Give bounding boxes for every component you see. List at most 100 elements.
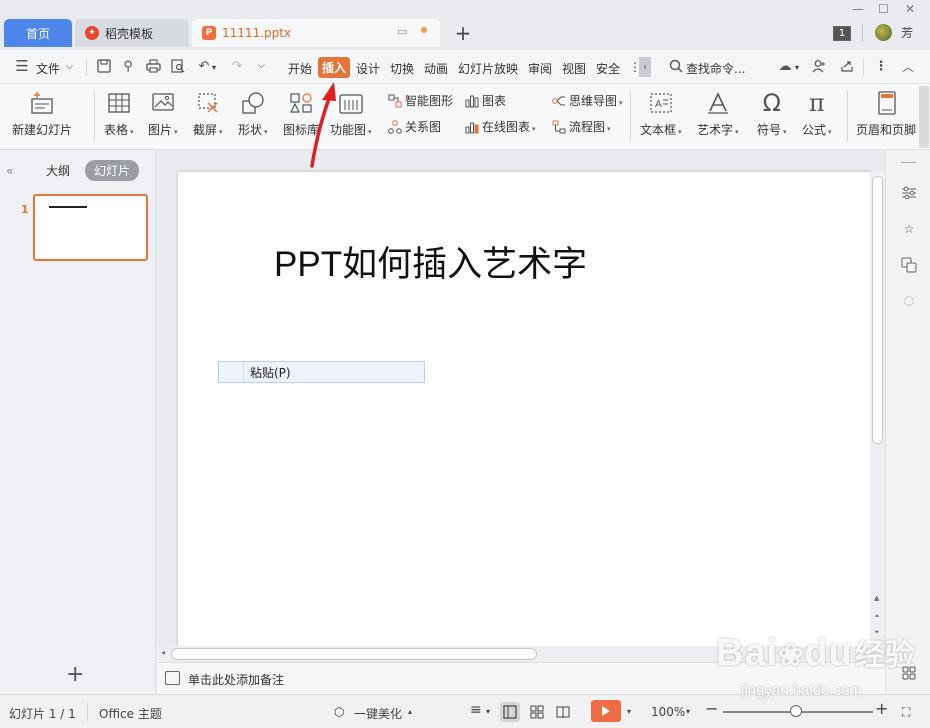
next-slide-icon[interactable]: ⏷ xyxy=(874,628,880,637)
zoom-in-icon[interactable]: + xyxy=(875,699,888,718)
tab-template[interactable]: ✦ 稻壳模板 xyxy=(75,19,189,47)
menu-scroll-right-icon[interactable]: › xyxy=(639,57,651,77)
mind-map-button[interactable]: 思维导图 ▾ xyxy=(551,92,623,109)
cloud-sync-icon[interactable]: ☁ xyxy=(775,58,795,74)
ribbon-scrollbar[interactable] xyxy=(919,86,929,148)
menu-slideshow[interactable]: 幻灯片放映 xyxy=(458,60,518,77)
tab-outline[interactable]: 大纲 xyxy=(46,162,70,179)
undo-icon[interactable]: ↶ xyxy=(196,58,212,74)
one-click-beautify-button[interactable]: 一键美化 xyxy=(354,705,402,722)
collapse-ribbon-icon[interactable]: ︿ xyxy=(900,58,916,74)
icon-library-button[interactable]: 图标库 xyxy=(283,90,319,138)
formula-button[interactable]: π 公式 ▾ xyxy=(802,89,832,138)
dropdown-icon[interactable]: ▾ xyxy=(368,128,372,136)
cube-icon[interactable]: ⬡ xyxy=(900,292,918,310)
beautify-icon[interactable]: ⬡ xyxy=(334,705,344,719)
add-slide-button[interactable]: + xyxy=(66,662,84,687)
zoom-out-icon[interactable]: − xyxy=(705,699,718,718)
picture-button[interactable]: 图片 ▾ xyxy=(148,90,178,138)
window-count-badge[interactable]: 1 xyxy=(833,26,851,41)
username[interactable]: 芳 xyxy=(901,24,913,41)
flowchart-button[interactable]: 流程图 ▾ xyxy=(551,118,611,135)
slide-thumbnail[interactable] xyxy=(33,194,148,261)
fit-window-icon[interactable]: ⛶ xyxy=(902,705,910,720)
normal-view-icon[interactable] xyxy=(500,702,520,722)
tab-slides[interactable]: 幻灯片 xyxy=(85,160,140,181)
convert-icon[interactable] xyxy=(900,256,918,274)
vertical-scrollbar[interactable]: ▲ ⏶ ⏷ xyxy=(870,172,885,648)
avatar[interactable] xyxy=(875,24,892,41)
function-chart-button[interactable]: 功能图 ▾ xyxy=(330,90,372,138)
chevron-down-icon[interactable]: ⌵ xyxy=(66,62,73,72)
table-button[interactable]: 表格 ▾ xyxy=(104,90,134,138)
dropdown-icon[interactable]: ▾ xyxy=(678,128,682,136)
zoom-dropdown-icon[interactable]: ▾ xyxy=(686,707,690,716)
collapse-panel-icon[interactable]: « xyxy=(6,164,13,178)
chart-button[interactable]: 图表 xyxy=(464,92,506,109)
tab-home[interactable]: 首页 xyxy=(4,19,72,47)
new-tab-button[interactable]: + xyxy=(452,21,474,45)
play-slideshow-button[interactable] xyxy=(591,700,621,722)
dropdown-icon[interactable]: ▾ xyxy=(219,128,223,136)
context-menu-paste[interactable]: 粘贴(P) xyxy=(244,364,291,381)
vertical-scroll-thumb[interactable] xyxy=(872,176,883,444)
menu-transition[interactable]: 切换 xyxy=(390,60,414,77)
zoom-level[interactable]: 100% xyxy=(651,705,685,719)
dropdown-icon[interactable]: ▾ xyxy=(130,128,134,136)
relation-chart-button[interactable]: 关系图 xyxy=(387,118,441,135)
menu-view[interactable]: 视图 xyxy=(562,60,586,77)
menu-design[interactable]: 设计 xyxy=(356,60,380,77)
notes-placeholder[interactable]: 单击此处添加备注 xyxy=(188,671,284,688)
symbol-button[interactable]: Ω 符号 ▾ xyxy=(757,89,787,138)
redo-icon[interactable]: ↷ xyxy=(229,58,245,74)
textbox-button[interactable]: A 文本框 ▾ xyxy=(640,90,682,138)
dropdown-icon[interactable]: ▾ xyxy=(735,128,739,136)
scroll-up-icon[interactable]: ▲ xyxy=(874,594,879,602)
format-painter-icon[interactable]: ⚲ xyxy=(120,58,136,74)
dropdown-icon[interactable]: ▾ xyxy=(828,128,832,136)
slide-sorter-icon[interactable] xyxy=(527,702,547,722)
dropdown-icon[interactable]: ▾ xyxy=(619,99,623,107)
dropdown-icon[interactable]: ▾ xyxy=(532,125,536,133)
quick-access-more-icon[interactable]: ⌵ xyxy=(258,61,265,71)
smart-art-button[interactable]: 智能图形 xyxy=(387,92,453,109)
hamburger-icon[interactable]: ☰ xyxy=(14,57,30,75)
zoom-slider-knob[interactable] xyxy=(790,705,802,717)
art-text-button[interactable]: 艺术字 ▾ xyxy=(697,90,739,138)
collaborate-icon[interactable] xyxy=(811,58,827,74)
prev-slide-icon[interactable]: ⏶ xyxy=(874,612,880,621)
save-icon[interactable] xyxy=(96,58,112,74)
scroll-left-icon[interactable]: ◂ xyxy=(161,648,165,657)
menu-start[interactable]: 开始 xyxy=(288,60,312,77)
menu-insert[interactable]: 插入 xyxy=(318,57,351,78)
properties-sliders-icon[interactable] xyxy=(900,184,918,202)
tab-document[interactable]: P 11111.pptx ▭ xyxy=(192,19,440,47)
online-chart-button[interactable]: 在线图表 ▾ xyxy=(464,118,536,135)
minimize-icon[interactable]: — xyxy=(852,2,864,16)
search-command-input[interactable]: 查找命令... xyxy=(686,60,745,77)
dropdown-icon[interactable]: ▾ xyxy=(264,128,268,136)
theme-name[interactable]: Office 主题 xyxy=(99,705,162,722)
cloud-dropdown-icon[interactable]: ▾ xyxy=(795,63,799,72)
beautify-dropdown-icon[interactable]: ▴ xyxy=(408,707,412,716)
print-icon[interactable] xyxy=(145,58,161,74)
undo-dropdown-icon[interactable]: ▾ xyxy=(212,63,216,72)
more-options-icon[interactable]: ⋮ xyxy=(873,58,889,74)
new-slide-button[interactable]: 新建幻灯片 xyxy=(12,90,72,138)
horizontal-scroll-thumb[interactable] xyxy=(171,648,537,660)
dropdown-icon[interactable]: ▾ xyxy=(607,125,611,133)
share-icon[interactable] xyxy=(839,58,855,74)
screenshot-button[interactable]: 截屏 ▾ xyxy=(193,90,223,138)
slide-title[interactable]: PPT如何插入艺术字 xyxy=(274,236,587,287)
header-footer-button[interactable]: 页眉和页脚 xyxy=(856,90,916,138)
grid-view-icon[interactable] xyxy=(900,664,918,682)
screen-icon[interactable]: ▭ xyxy=(397,25,407,38)
print-preview-icon[interactable] xyxy=(170,58,186,74)
maximize-icon[interactable]: ☐ xyxy=(878,2,889,16)
dropdown-icon[interactable]: ▾ xyxy=(783,128,787,136)
menu-security[interactable]: 安全 xyxy=(596,60,620,77)
horizontal-scrollbar[interactable]: ◂ xyxy=(157,646,870,662)
menu-animation[interactable]: 动画 xyxy=(424,60,448,77)
shape-button[interactable]: 形状 ▾ xyxy=(238,90,268,138)
play-dropdown-icon[interactable]: ▾ xyxy=(627,707,631,716)
